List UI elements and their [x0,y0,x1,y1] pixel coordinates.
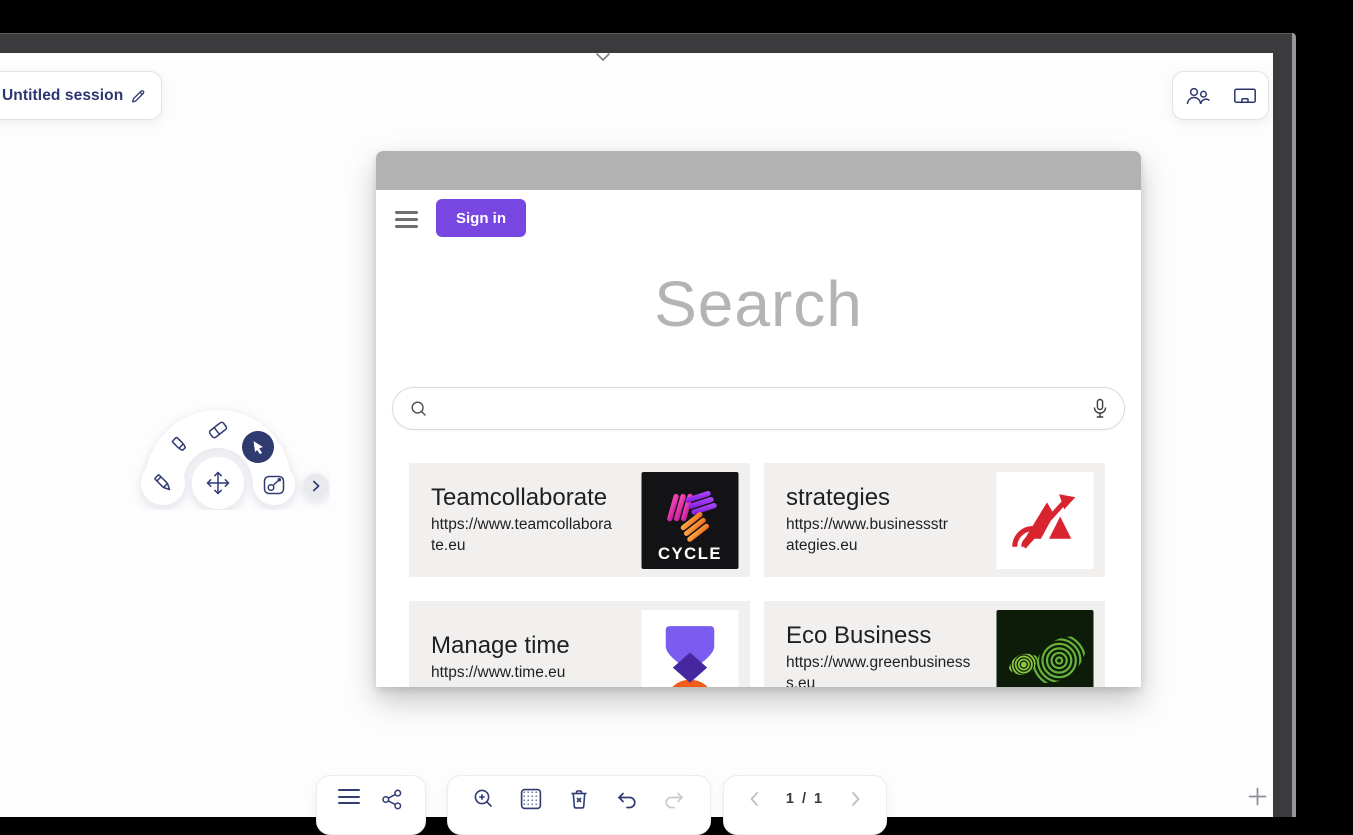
tile-text: strategies https://www.businessstrategie… [786,463,994,577]
site-tile-teamcollaborate[interactable]: Teamcollaborate https://www.teamcollabor… [409,463,750,577]
tile-url: https://www.teamcollaborate.eu [431,515,639,555]
svg-text:CYCLE: CYCLE [658,544,722,563]
site-tile-grid: Teamcollaborate https://www.teamcollabor… [409,463,1105,687]
page-navigation-card: 1 / 1 [723,775,887,835]
browser-titlebar[interactable] [376,151,1141,190]
site-tile-strategies[interactable]: strategies https://www.businessstrategie… [764,463,1105,577]
undo-icon[interactable] [615,787,639,811]
tile-text: Teamcollaborate https://www.teamcollabor… [431,463,639,577]
site-tile-manage-time[interactable]: Manage time https://www.time.eu [409,601,750,687]
green-leaf-logo [995,610,1095,687]
edit-session-icon[interactable] [129,87,147,105]
search-icon [409,399,429,419]
background-pattern-icon[interactable] [519,787,543,811]
tile-title: Teamcollaborate [431,484,639,512]
sign-in-button[interactable]: Sign in [436,199,526,237]
search-bar[interactable] [392,387,1125,430]
screenshot-root: { "session": { "title": "Untitled sessio… [0,0,1353,817]
display-cast-icon[interactable] [1233,86,1257,106]
participants-icon[interactable] [1185,86,1211,106]
cycle-cube-logo: CYCLE [640,472,740,569]
red-arrow-mark-logo [995,472,1095,569]
site-tile-eco-business[interactable]: Eco Business https://www.greenbusinesss.… [764,601,1105,687]
tile-title: strategies [786,484,994,512]
tile-url: https://www.greenbusinesss.eu [786,653,994,687]
tile-text: Manage time https://www.time.eu [431,601,639,687]
page-indicator: 1 / 1 [786,791,824,807]
tool-palette [128,398,330,510]
top-pulldown-chevron-icon[interactable] [595,52,611,64]
browser-menu-icon[interactable] [395,211,418,232]
redo-icon[interactable] [662,787,686,811]
session-title-card: Untitled session [0,71,162,120]
menu-icon[interactable] [338,789,360,809]
hourglass-logo [640,610,740,687]
zoom-in-icon[interactable] [472,787,496,811]
tile-text: Eco Business https://www.greenbusinesss.… [786,601,994,687]
tile-title: Eco Business [786,622,994,650]
previous-page-chevron-icon[interactable] [745,789,765,809]
search-heading: Search [376,267,1141,341]
search-input[interactable] [439,400,1081,418]
next-page-chevron-icon[interactable] [845,789,865,809]
tile-url: https://www.businessstrategies.eu [786,515,994,555]
add-page-plus-icon[interactable] [1247,786,1268,807]
toolbar-actions-card [447,775,711,835]
microphone-icon[interactable] [1091,398,1109,420]
clear-page-trash-icon[interactable] [567,787,591,811]
tile-title: Manage time [431,632,639,660]
tile-url: https://www.time.eu [431,663,639,683]
embedded-browser-window[interactable]: Sign in Search Teamcollaborate https://w… [376,151,1141,687]
session-title: Untitled session [2,87,123,105]
toolbar-menu-card [316,775,426,835]
presence-card [1172,71,1269,120]
share-icon[interactable] [381,788,404,811]
pointer-tool-selected[interactable] [242,431,274,463]
